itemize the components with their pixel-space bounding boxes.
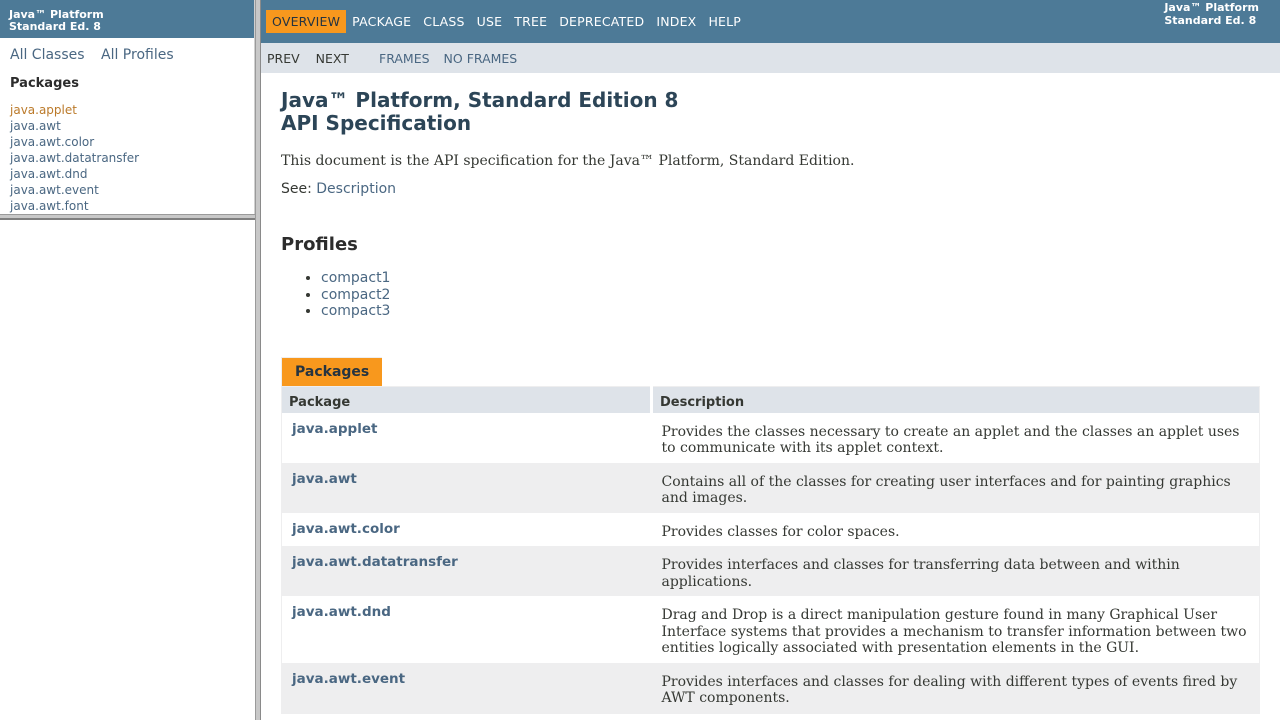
package-cell: java.awt.dnd	[282, 596, 652, 663]
packages-table-caption: Packages	[281, 356, 383, 386]
package-link-java-awt-color[interactable]: java.awt.color	[292, 521, 400, 537]
content-area: Java™ Platform, Standard Edition 8 API S…	[261, 89, 1280, 714]
package-cell: java.awt.datatransfer	[281, 546, 652, 596]
package-link-java-awt[interactable]: java.awt	[292, 471, 357, 487]
about-line2: Standard Ed. 8	[1164, 14, 1257, 27]
nav-class[interactable]: Class	[417, 10, 470, 33]
left-packages-title: Packages	[10, 76, 79, 91]
package-list-frame[interactable]: Java™ Platform Standard Ed. 8 All Classe…	[0, 0, 255, 214]
top-navbar: Overview Package Class Use Tree Deprecat…	[261, 0, 1280, 43]
package-cell: java.awt.event	[281, 662, 652, 713]
left-package-item: java.applet	[10, 102, 254, 118]
description-cell: Provides interfaces and classes for tran…	[651, 546, 1260, 596]
nav-package[interactable]: Package	[346, 10, 417, 33]
left-package-item: java.awt.color	[10, 134, 254, 150]
left-package-list: java.applet java.awt java.awt.color java…	[0, 102, 254, 214]
package-cell: java.awt.color	[282, 513, 652, 547]
see-line: See: Description	[281, 181, 1260, 197]
profiles-list: compact1 compact2 compact3	[281, 270, 1260, 320]
package-link-java-applet[interactable]: java.applet	[292, 421, 377, 437]
all-profiles-link[interactable]: All Profiles	[101, 47, 174, 63]
table-row: java.awt.dnd Drag and Drop is a direct m…	[282, 596, 1260, 663]
left-frame-header: Java™ Platform Standard Ed. 8	[0, 0, 254, 38]
prev-label: PREV	[267, 51, 300, 66]
description-cell: Drag and Drop is a direct manipulation g…	[661, 607, 1247, 656]
left-header-line2: Standard Ed. 8	[9, 20, 101, 33]
profile-item: compact1	[321, 270, 1260, 287]
nav-tree[interactable]: Tree	[508, 10, 553, 33]
column-header-package: Package	[281, 386, 652, 413]
package-link-java-awt-dnd[interactable]: java.awt.dnd	[292, 604, 391, 620]
description-cell: Contains all of the classes for creating…	[651, 462, 1260, 513]
about-language: Java™ Platform Standard Ed. 8	[1164, 1, 1259, 27]
table-row: java.awt.color Provides classes for colo…	[282, 513, 1260, 547]
left-frame: Java™ Platform Standard Ed. 8 All Classe…	[0, 0, 255, 720]
description-cell: Provides interfaces and classes for deal…	[651, 662, 1260, 713]
no-frames-link[interactable]: NO FRAMES	[444, 51, 518, 66]
packages-table: Package Description java.applet Provides…	[281, 385, 1260, 714]
top-nav-list: Overview Package Class Use Tree Deprecat…	[266, 10, 747, 33]
profile-link-compact2[interactable]: compact2	[321, 287, 390, 303]
sub-navbar: PREV NEXT FRAMES NO FRAMES	[261, 43, 1280, 73]
frames-group: FRAMES NO FRAMES	[379, 51, 527, 66]
nav-deprecated[interactable]: Deprecated	[553, 10, 650, 33]
left-package-link-java-awt-color[interactable]: java.awt.color	[10, 135, 94, 149]
see-label: See:	[281, 181, 317, 197]
left-package-link-java-applet[interactable]: java.applet	[10, 103, 77, 117]
table-row: java.awt.datatransfer Provides interface…	[281, 546, 1260, 596]
left-package-link-java-awt[interactable]: java.awt	[10, 119, 61, 133]
table-row: java.applet Provides the classes necessa…	[282, 413, 1260, 463]
profile-item: compact3	[321, 303, 1260, 320]
left-top-links: All Classes All Profiles	[0, 38, 254, 72]
profiles-heading: Profiles	[281, 234, 358, 255]
left-package-item: java.awt	[10, 118, 254, 134]
table-header-row: Package Description	[281, 386, 1260, 413]
next-label: NEXT	[315, 51, 349, 66]
about-line1: Java™ Platform	[1164, 1, 1259, 14]
package-cell: java.awt	[281, 462, 652, 513]
page-title: Java™ Platform, Standard Edition 8 API S…	[281, 89, 1260, 135]
intro-text: This document is the API specification f…	[281, 153, 855, 169]
left-package-item: java.awt.datatransfer	[10, 150, 254, 166]
profile-item: compact2	[321, 287, 1260, 304]
class-list-frame	[0, 220, 255, 720]
table-row: java.awt.event Provides interfaces and c…	[281, 662, 1260, 713]
nav-index[interactable]: Index	[650, 10, 702, 33]
left-package-item: java.awt.dnd	[10, 166, 254, 182]
left-package-link-java-awt-datatransfer[interactable]: java.awt.datatransfer	[10, 151, 139, 165]
prev-next-group: PREV NEXT	[267, 51, 361, 66]
package-link-java-awt-datatransfer[interactable]: java.awt.datatransfer	[292, 554, 458, 570]
left-package-link-java-awt-event[interactable]: java.awt.event	[10, 183, 99, 197]
left-package-link-java-awt-dnd[interactable]: java.awt.dnd	[10, 167, 87, 181]
main-frame: Overview Package Class Use Tree Deprecat…	[261, 0, 1280, 720]
frames-link[interactable]: FRAMES	[379, 51, 430, 66]
table-row: java.awt Contains all of the classes for…	[281, 462, 1260, 513]
description-cell: Provides the classes necessary to create…	[661, 423, 1240, 457]
all-classes-link[interactable]: All Classes	[10, 47, 85, 63]
profile-link-compact1[interactable]: compact1	[321, 270, 390, 286]
page-title-line2: API Specification	[281, 111, 472, 135]
column-header-description: Description	[650, 386, 1260, 413]
left-package-item: java.awt.event	[10, 182, 254, 198]
nav-use[interactable]: Use	[471, 10, 509, 33]
description-link[interactable]: Description	[316, 181, 396, 197]
nav-overview[interactable]: Overview	[266, 10, 347, 33]
nav-help[interactable]: Help	[702, 10, 747, 33]
page-title-line1: Java™ Platform, Standard Edition 8	[281, 88, 679, 112]
package-link-java-awt-event[interactable]: java.awt.event	[292, 671, 405, 687]
description-cell: Provides classes for color spaces.	[661, 523, 900, 540]
package-cell: java.applet	[282, 413, 652, 463]
left-package-item: java.awt.font	[10, 198, 254, 214]
profile-link-compact3[interactable]: compact3	[321, 303, 390, 319]
left-package-link-java-awt-font[interactable]: java.awt.font	[10, 199, 89, 213]
